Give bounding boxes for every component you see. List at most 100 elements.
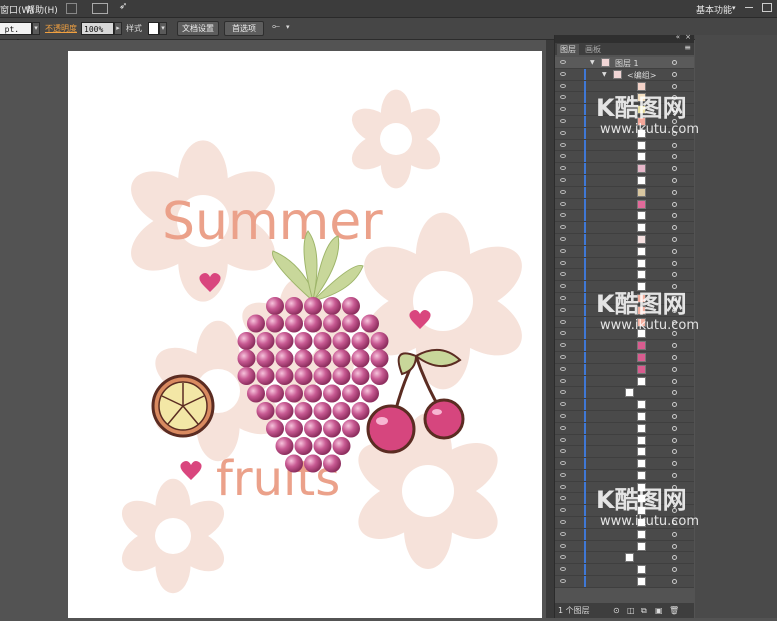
visibility-icon[interactable] [560,260,566,265]
layer-row[interactable] [555,375,694,388]
layer-row[interactable] [555,257,694,270]
visibility-icon[interactable] [560,295,566,300]
visibility-icon[interactable] [560,142,566,147]
workspace-switcher[interactable]: 基本功能 [696,3,732,16]
target-icon[interactable] [672,248,677,254]
visibility-icon[interactable] [560,508,566,513]
target-icon[interactable] [672,425,677,431]
arrange-documents-icon[interactable] [92,3,108,14]
opacity-label[interactable]: 不透明度 [45,23,77,34]
target-icon[interactable] [672,413,677,419]
target-icon[interactable] [672,343,677,349]
target-icon[interactable] [672,142,677,148]
target-icon[interactable] [672,378,677,384]
visibility-icon[interactable] [560,484,566,489]
opacity-dropdown[interactable]: ▸ [114,22,122,35]
target-icon[interactable] [672,555,677,561]
visibility-icon[interactable] [560,461,566,466]
layer-row[interactable] [555,174,694,187]
visibility-icon[interactable] [560,83,566,88]
visibility-icon[interactable] [560,449,566,454]
layer-row[interactable] [555,163,694,175]
target-icon[interactable] [672,437,677,443]
visibility-icon[interactable] [560,331,566,336]
layer-row[interactable] [555,422,694,435]
visibility-icon[interactable] [560,284,566,289]
delete-icon[interactable]: 🗑 [669,603,679,618]
target-icon[interactable] [672,472,677,478]
collapse-icon[interactable]: « [676,33,680,41]
layer-row[interactable] [555,222,694,234]
target-icon[interactable] [672,366,677,372]
layer-row[interactable] [555,151,694,164]
visibility-icon[interactable] [560,378,566,383]
layer-row[interactable] [555,340,694,352]
layer-row[interactable] [555,233,694,246]
visibility-icon[interactable] [560,130,566,135]
target-icon[interactable] [672,166,677,172]
target-icon[interactable] [672,272,677,278]
maximize-icon[interactable] [762,3,772,12]
visibility-icon[interactable] [560,166,566,171]
document-setup-button[interactable]: 文档设置 [177,21,219,36]
expand-icon[interactable]: ▼ [602,71,607,78]
layer-row[interactable] [555,198,694,211]
visibility-icon[interactable] [560,319,566,324]
target-icon[interactable] [672,531,677,537]
target-icon[interactable] [672,177,677,183]
visibility-icon[interactable] [560,118,566,123]
layer-row[interactable] [555,528,694,541]
target-icon[interactable] [672,354,677,360]
visibility-icon[interactable] [560,154,566,159]
target-icon[interactable] [672,260,677,266]
new-sublayer-icon[interactable]: ⧉ [641,603,647,618]
visibility-icon[interactable] [560,555,566,560]
arrange-dropdown-icon[interactable]: ▾ [286,23,290,31]
opacity-field[interactable]: 100% [81,22,114,35]
layer-row[interactable] [555,351,694,364]
visibility-icon[interactable] [560,307,566,312]
target-icon[interactable] [672,225,677,231]
layer-row[interactable] [555,210,694,223]
visibility-icon[interactable] [560,402,566,407]
visibility-icon[interactable] [560,354,566,359]
minimize-icon[interactable] [745,7,753,8]
target-icon[interactable] [672,402,677,408]
target-icon[interactable] [672,71,677,77]
visibility-icon[interactable] [560,236,566,241]
stroke-profile-dropdown[interactable]: ▾ [32,22,40,35]
target-icon[interactable] [672,567,677,573]
visibility-icon[interactable] [560,177,566,182]
menu-help[interactable]: 帮助(H) [26,3,58,16]
stroke-profile-field[interactable]: 3 pt. Round [0,22,32,47]
panel-menu-icon[interactable]: ≡ [684,43,691,52]
visibility-icon[interactable] [560,413,566,418]
layer-row[interactable]: ▼ <编组> [555,68,694,81]
visibility-icon[interactable] [560,472,566,477]
layer-row[interactable] [555,245,694,258]
visibility-icon[interactable] [560,531,566,536]
new-layer-icon[interactable]: ▣ [655,603,663,618]
visibility-icon[interactable] [560,425,566,430]
visibility-icon[interactable] [560,189,566,194]
arrange-icon[interactable]: ⟜ [272,21,280,32]
tab-layers[interactable]: 图层 [557,44,579,55]
style-dropdown[interactable]: ▾ [159,22,167,35]
layer-row[interactable] [555,363,694,376]
layer-row[interactable] [555,139,694,152]
target-icon[interactable] [672,449,677,455]
group-name[interactable]: <编组> [627,70,656,81]
visibility-icon[interactable] [560,107,566,112]
clipping-mask-icon[interactable]: ◫ [627,603,635,618]
visibility-icon[interactable] [560,579,566,584]
feather-icon[interactable]: ➶ [119,1,127,12]
visibility-icon[interactable] [560,543,566,548]
target-icon[interactable] [672,213,677,219]
visibility-icon[interactable] [560,225,566,230]
target-icon[interactable] [672,154,677,160]
chevron-down-icon[interactable]: ▾ [732,4,736,12]
layer-name[interactable]: 图层 1 [615,58,639,69]
vertical-scrollbar[interactable] [546,40,554,618]
target-icon[interactable] [672,390,677,396]
panel-header[interactable]: « × [555,33,694,43]
